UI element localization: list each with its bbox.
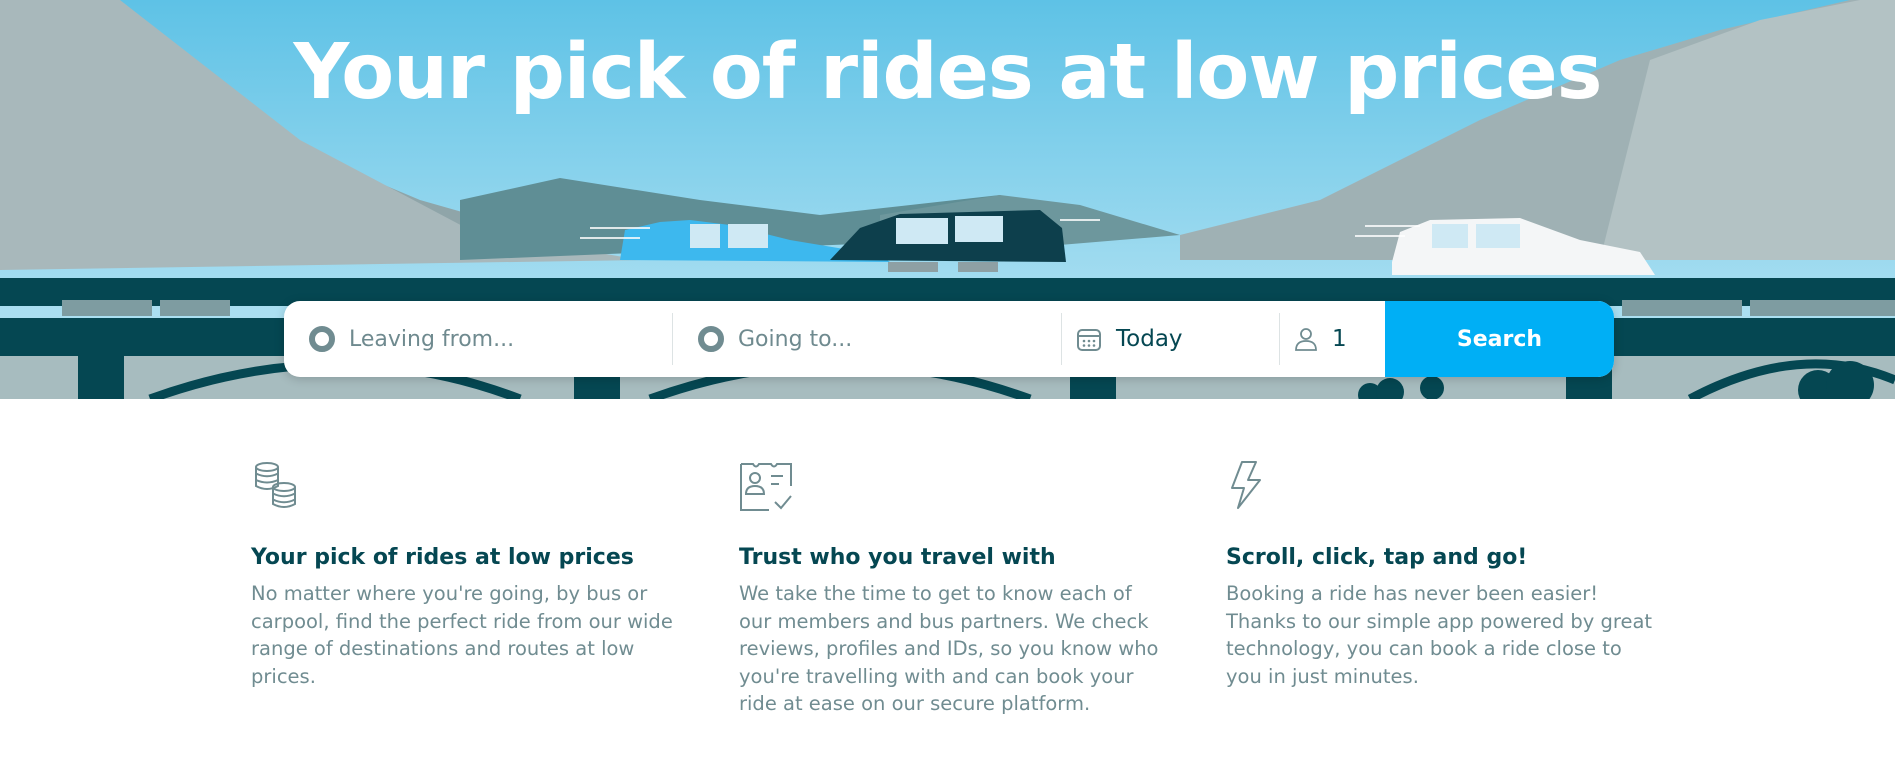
person-icon: [1295, 328, 1317, 351]
location-ring-icon: [698, 326, 724, 352]
feature-text: No matter where you're going, by bus or …: [251, 582, 673, 688]
leaving-from-field[interactable]: [284, 301, 672, 377]
calendar-icon: [1077, 329, 1101, 351]
hero-title: Your pick of rides at low prices: [293, 28, 1603, 117]
feature-text: We take the time to get to know each of …: [739, 582, 1159, 715]
search-button[interactable]: Search: [1385, 301, 1614, 377]
location-ring-icon: [309, 326, 335, 352]
hero-banner: Your pick of rides at low prices Today: [0, 0, 1895, 399]
feature-low-prices: Your pick of rides at low prices No matt…: [251, 460, 681, 690]
id-card-check-icon: [740, 463, 792, 511]
feature-text: Booking a ride has never been easier! Th…: [1226, 582, 1653, 688]
passengers-value: 1: [1332, 326, 1347, 352]
coins-icon: [255, 462, 296, 508]
date-value: Today: [1116, 326, 1183, 352]
feature-title: Scroll, click, tap and go!: [1226, 545, 1528, 570]
lightning-icon: [1231, 461, 1261, 509]
date-picker[interactable]: Today: [1062, 301, 1279, 377]
going-to-input[interactable]: [738, 326, 1018, 352]
feature-easy-booking: Scroll, click, tap and go! Booking a rid…: [1226, 460, 1656, 690]
going-to-field[interactable]: [673, 301, 1061, 377]
feature-title: Your pick of rides at low prices: [251, 545, 634, 570]
feature-title: Trust who you travel with: [739, 545, 1056, 570]
leaving-from-input[interactable]: [349, 326, 629, 352]
feature-trust: Trust who you travel with We take the ti…: [739, 460, 1169, 718]
search-bar: Today 1 Search: [284, 301, 1614, 377]
